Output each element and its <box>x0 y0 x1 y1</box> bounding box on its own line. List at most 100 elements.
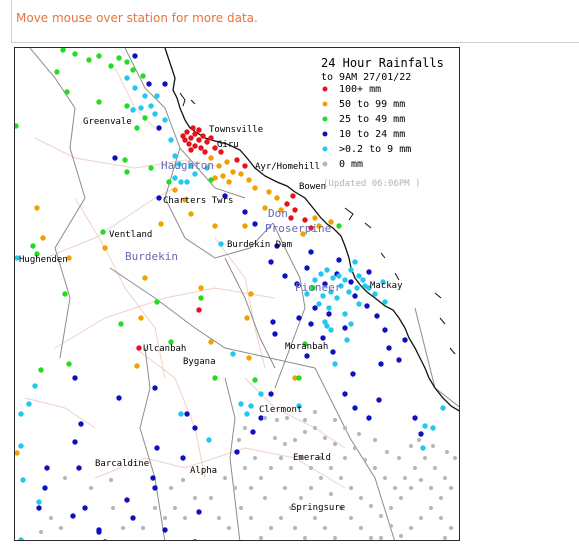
station-dot[interactable] <box>408 485 414 491</box>
station-dot[interactable] <box>388 523 394 529</box>
station-dot[interactable] <box>110 505 116 511</box>
station-dot[interactable] <box>188 147 194 153</box>
station-dot[interactable] <box>188 135 194 141</box>
station-dot[interactable] <box>172 153 178 159</box>
station-dot[interactable] <box>352 405 358 411</box>
station-dot[interactable] <box>108 477 114 483</box>
station-dot[interactable] <box>226 179 232 185</box>
station-dot[interactable] <box>70 513 76 519</box>
station-dot[interactable] <box>402 475 408 481</box>
station-dot[interactable] <box>288 215 294 221</box>
station-dot[interactable] <box>416 437 422 443</box>
station-dot[interactable] <box>316 301 322 307</box>
station-dot[interactable] <box>348 321 354 327</box>
station-dot[interactable] <box>356 301 362 307</box>
station-dot[interactable] <box>36 499 42 505</box>
station-dot[interactable] <box>442 475 448 481</box>
station-dot[interactable] <box>154 299 160 305</box>
station-dot[interactable] <box>366 269 372 275</box>
station-dot[interactable] <box>274 195 280 201</box>
station-dot[interactable] <box>262 205 268 211</box>
station-dot[interactable] <box>272 435 278 441</box>
station-dot[interactable] <box>262 415 268 421</box>
station-dot[interactable] <box>142 93 148 99</box>
station-dot[interactable] <box>266 189 272 195</box>
station-dot[interactable] <box>184 179 190 185</box>
station-dot[interactable] <box>328 327 334 333</box>
station-dot[interactable] <box>328 465 334 471</box>
station-dot[interactable] <box>184 129 190 135</box>
station-dot[interactable] <box>352 259 358 265</box>
station-dot[interactable] <box>152 485 158 491</box>
station-dot[interactable] <box>32 383 38 389</box>
station-dot[interactable] <box>382 475 388 481</box>
station-dot[interactable] <box>192 171 198 177</box>
station-dot[interactable] <box>246 177 252 183</box>
station-dot[interactable] <box>312 409 318 415</box>
station-dot[interactable] <box>242 425 248 431</box>
station-dot[interactable] <box>330 349 336 355</box>
station-dot[interactable] <box>418 477 424 483</box>
station-dot[interactable] <box>334 295 340 301</box>
station-dot[interactable] <box>356 431 362 437</box>
station-dot[interactable] <box>88 485 94 491</box>
station-dot[interactable] <box>356 273 362 279</box>
station-dot[interactable] <box>372 291 378 297</box>
station-dot[interactable] <box>296 375 302 381</box>
station-dot[interactable] <box>308 249 314 255</box>
station-dot[interactable] <box>192 539 197 541</box>
station-dot[interactable] <box>444 449 450 455</box>
station-dot[interactable] <box>438 515 444 521</box>
station-dot[interactable] <box>208 135 214 141</box>
station-dot[interactable] <box>292 207 298 213</box>
station-dot[interactable] <box>252 377 258 383</box>
station-dot[interactable] <box>408 443 414 449</box>
station-dot[interactable] <box>200 133 206 139</box>
station-dot[interactable] <box>412 465 418 471</box>
station-dot[interactable] <box>188 211 194 217</box>
station-dot[interactable] <box>378 535 384 540</box>
station-dot[interactable] <box>326 305 332 311</box>
station-dot[interactable] <box>384 449 390 455</box>
station-dot[interactable] <box>192 131 198 137</box>
station-dot[interactable] <box>196 137 202 143</box>
station-dot[interactable] <box>242 465 248 471</box>
station-dot[interactable] <box>282 273 288 279</box>
station-dot[interactable] <box>180 477 186 483</box>
station-dot[interactable] <box>190 125 196 131</box>
station-dot[interactable] <box>64 89 70 95</box>
station-dot[interactable] <box>284 201 290 207</box>
station-dot[interactable] <box>282 441 288 447</box>
station-dot[interactable] <box>336 223 342 229</box>
station-dot[interactable] <box>152 385 158 391</box>
station-dot[interactable] <box>18 537 24 541</box>
station-dot[interactable] <box>292 437 298 443</box>
station-dot[interactable] <box>18 411 24 417</box>
station-dot[interactable] <box>156 125 162 131</box>
station-dot[interactable] <box>216 515 222 521</box>
station-dot[interactable] <box>140 73 146 79</box>
station-dot[interactable] <box>38 529 44 535</box>
station-dot[interactable] <box>102 539 107 541</box>
station-dot[interactable] <box>348 515 354 521</box>
station-dot[interactable] <box>148 165 154 171</box>
station-dot[interactable] <box>362 457 368 463</box>
station-dot[interactable] <box>308 465 314 471</box>
station-dot[interactable] <box>248 485 254 491</box>
station-dot[interactable] <box>364 303 370 309</box>
station-dot[interactable] <box>428 505 434 511</box>
station-dot[interactable] <box>244 315 250 321</box>
station-dot[interactable] <box>86 57 92 63</box>
station-dot[interactable] <box>428 485 434 491</box>
station-dot[interactable] <box>192 425 198 431</box>
station-dot[interactable] <box>124 75 130 81</box>
station-dot[interactable] <box>26 401 32 407</box>
station-dot[interactable] <box>196 127 202 133</box>
station-dot[interactable] <box>268 391 274 397</box>
station-dot[interactable] <box>58 525 64 531</box>
station-dot[interactable] <box>268 465 274 471</box>
station-dot[interactable] <box>18 443 24 449</box>
station-dot[interactable] <box>448 525 454 531</box>
station-dot[interactable] <box>258 415 264 421</box>
station-dot[interactable] <box>298 495 304 501</box>
